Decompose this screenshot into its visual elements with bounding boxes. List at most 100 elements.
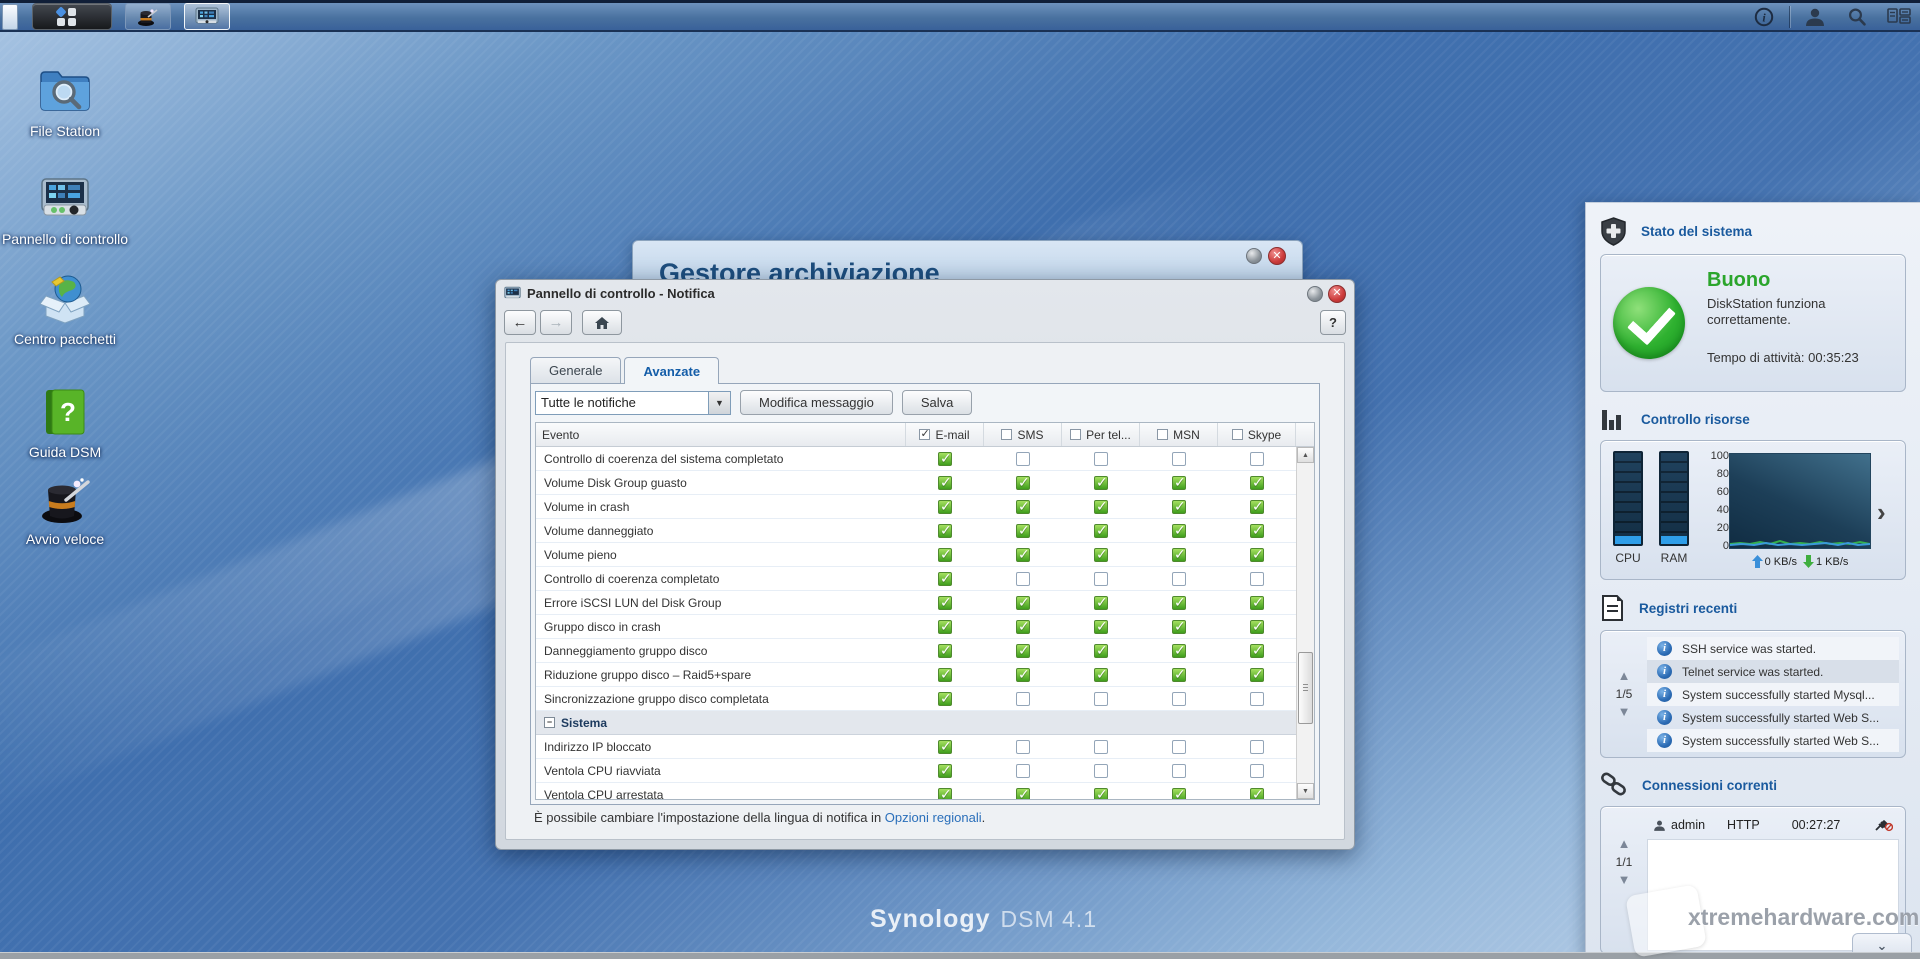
notify-checkbox[interactable]: [1250, 498, 1264, 515]
edit-message-button[interactable]: Modifica messaggio: [740, 390, 893, 415]
notify-checkbox[interactable]: [938, 762, 952, 779]
column-header-sms[interactable]: SMS: [984, 423, 1062, 446]
notify-checkbox[interactable]: [1016, 474, 1030, 491]
notify-checkbox[interactable]: [1094, 498, 1108, 515]
notify-checkbox[interactable]: [1172, 571, 1186, 586]
pilot-info-button[interactable]: i: [1743, 3, 1785, 30]
log-entry[interactable]: i SSH service was started.: [1647, 637, 1899, 660]
desktop-icon-quick-start[interactable]: Avvio veloce: [0, 472, 130, 547]
desktop-icon-control-panel[interactable]: Pannello di controllo: [0, 172, 130, 247]
table-row[interactable]: Volume in crash: [536, 495, 1296, 519]
scrollbar-thumb[interactable]: [1298, 652, 1313, 724]
notify-checkbox[interactable]: [1172, 642, 1186, 659]
desktop-icon-package-center[interactable]: Centro pacchetti: [0, 272, 130, 347]
notify-checkbox[interactable]: [1172, 618, 1186, 635]
table-row[interactable]: Ventola CPU arrestata: [536, 783, 1296, 799]
column-header-evento[interactable]: Evento: [536, 423, 906, 446]
notify-checkbox[interactable]: [1172, 594, 1186, 611]
system-status-panel[interactable]: Buono DiskStation funziona correttamente…: [1600, 254, 1906, 392]
log-entry[interactable]: i Telnet service was started.: [1647, 660, 1899, 683]
minimize-button[interactable]: [1307, 285, 1323, 302]
notify-checkbox[interactable]: [1094, 451, 1108, 466]
scroll-up-icon[interactable]: ▲: [1297, 447, 1314, 463]
resource-monitor-panel[interactable]: CPU RAM 100 80 60 40 20 0 0 KB/s 1 KB/s …: [1600, 440, 1906, 580]
table-row[interactable]: Danneggiamento gruppo disco: [536, 639, 1296, 663]
main-menu-button[interactable]: [32, 3, 112, 30]
notify-checkbox[interactable]: [1172, 666, 1186, 683]
notify-checkbox[interactable]: [1172, 786, 1186, 799]
table-row[interactable]: Controllo di coerenza del sistema comple…: [536, 447, 1296, 471]
table-row[interactable]: Controllo di coerenza completato: [536, 567, 1296, 591]
column-checkbox[interactable]: [1231, 429, 1243, 440]
notify-checkbox[interactable]: [938, 570, 952, 587]
notify-checkbox[interactable]: [1016, 522, 1030, 539]
notify-checkbox[interactable]: [1094, 763, 1108, 778]
pager-up-icon[interactable]: ▲: [1618, 669, 1631, 682]
notify-checkbox[interactable]: [1094, 594, 1108, 611]
notify-checkbox[interactable]: [1172, 546, 1186, 563]
notify-checkbox[interactable]: [1016, 786, 1030, 799]
notify-checkbox[interactable]: [1172, 691, 1186, 706]
notify-checkbox[interactable]: [1172, 522, 1186, 539]
column-header-pertel[interactable]: Per tel...: [1062, 423, 1140, 446]
notify-checkbox[interactable]: [1172, 763, 1186, 778]
minimize-button[interactable]: [1246, 248, 1262, 264]
notify-checkbox[interactable]: [1250, 546, 1264, 563]
notify-checkbox[interactable]: [1016, 763, 1030, 778]
resource-detail-chevron-icon[interactable]: ›: [1877, 497, 1886, 528]
notify-checkbox[interactable]: [1016, 594, 1030, 611]
tab-generale[interactable]: Generale: [530, 357, 622, 383]
table-row[interactable]: Riduzione gruppo disco – Raid5+spare: [536, 663, 1296, 687]
table-scrollbar[interactable]: ▲ ▼: [1296, 447, 1314, 799]
collapse-section-icon[interactable]: −: [544, 717, 555, 728]
notify-checkbox[interactable]: [1016, 691, 1030, 706]
regional-options-link[interactable]: Opzioni regionali: [885, 810, 982, 825]
notify-checkbox[interactable]: [1250, 691, 1264, 706]
taskbar-control-panel-button[interactable]: [184, 3, 230, 30]
column-checkbox[interactable]: [1001, 429, 1013, 440]
column-header-skype[interactable]: Skype: [1218, 423, 1296, 446]
notify-checkbox[interactable]: [1016, 618, 1030, 635]
notify-checkbox[interactable]: [1250, 786, 1264, 799]
notify-checkbox[interactable]: [1016, 498, 1030, 515]
chevron-down-icon[interactable]: ▼: [708, 391, 730, 414]
connection-row[interactable]: admin HTTP 00:27:27: [1647, 813, 1899, 837]
recent-logs-panel[interactable]: ▲ 1/5 ▼ i SSH service was started. i Telnet…: [1600, 630, 1906, 758]
pager-down-icon[interactable]: ▼: [1618, 873, 1631, 886]
notify-checkbox[interactable]: [938, 474, 952, 491]
column-checkbox[interactable]: [1070, 429, 1082, 440]
column-checkbox[interactable]: [1157, 429, 1169, 440]
notify-checkbox[interactable]: [1094, 739, 1108, 754]
notify-checkbox[interactable]: [938, 450, 952, 467]
pager-down-icon[interactable]: ▼: [1618, 705, 1631, 718]
back-button[interactable]: ←: [504, 310, 536, 335]
notification-filter-select[interactable]: Tutte le notifiche ▼: [535, 390, 731, 415]
notify-checkbox[interactable]: [938, 594, 952, 611]
notify-checkbox[interactable]: [938, 666, 952, 683]
notify-checkbox[interactable]: [938, 522, 952, 539]
search-button[interactable]: [1836, 3, 1878, 30]
notify-checkbox[interactable]: [1016, 546, 1030, 563]
close-icon[interactable]: ✕: [1328, 284, 1346, 303]
notify-checkbox[interactable]: [938, 642, 952, 659]
save-button[interactable]: Salva: [901, 390, 973, 415]
user-menu-button[interactable]: [1794, 3, 1836, 30]
notify-checkbox[interactable]: [1250, 642, 1264, 659]
notify-checkbox[interactable]: [1094, 691, 1108, 706]
column-header-msn[interactable]: MSN: [1140, 423, 1218, 446]
forward-button[interactable]: →: [540, 310, 572, 335]
notify-checkbox[interactable]: [938, 618, 952, 635]
scroll-down-icon[interactable]: ▼: [1297, 783, 1314, 799]
help-button[interactable]: ?: [1320, 310, 1346, 335]
notify-checkbox[interactable]: [938, 786, 952, 799]
connections-panel[interactable]: ▲ 1/1 ▼ admin HTTP 00:27:27: [1600, 806, 1906, 954]
home-button[interactable]: [582, 310, 622, 335]
log-entry[interactable]: i System successfully started Mysql...: [1647, 683, 1899, 706]
notify-checkbox[interactable]: [1094, 546, 1108, 563]
notify-checkbox[interactable]: [1016, 739, 1030, 754]
column-header-email[interactable]: E-mail: [906, 423, 984, 446]
notify-checkbox[interactable]: [1250, 522, 1264, 539]
log-entry[interactable]: i System successfully started Web S...: [1647, 729, 1899, 752]
desktop-icon-dsm-help[interactable]: ? Guida DSM: [0, 385, 130, 460]
table-row[interactable]: Indirizzo IP bloccato: [536, 735, 1296, 759]
